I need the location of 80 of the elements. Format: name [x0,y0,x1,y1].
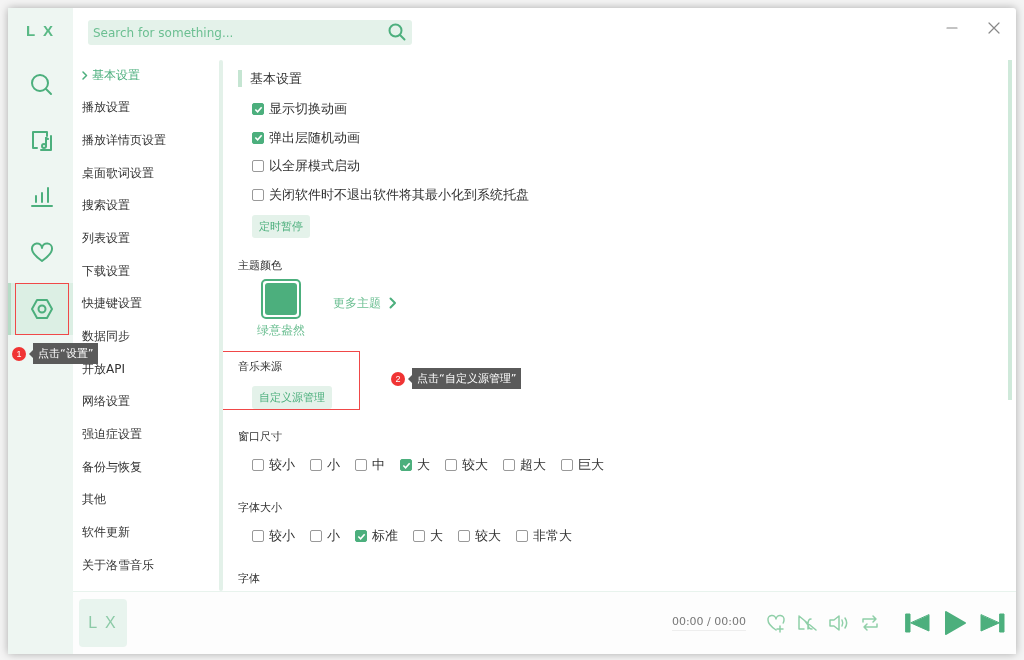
option-label: 大 [430,527,443,545]
playback-time: 00:00 / 00:00 [671,615,746,631]
section-title: 字体大小 [238,500,283,516]
checkbox[interactable] [252,188,264,201]
app-logo: L X [25,22,56,39]
settings-nav-item[interactable]: 列表设置 [82,230,130,247]
checkbox[interactable] [413,530,425,542]
checkbox[interactable] [252,530,264,542]
checkbox-label: 关闭软件时不退出软件将其最小化到系统托盘 [269,185,529,204]
checkbox[interactable] [355,530,367,542]
option-label: 标准 [372,527,398,545]
section-heading: 基本设置 [238,70,529,87]
music-note-icon [30,129,54,153]
option-label: 较大 [475,527,501,545]
settings-nav-item[interactable]: 搜索设置 [82,197,130,214]
option-label: 较小 [269,527,295,545]
nav-button[interactable] [8,283,73,335]
settings-nav-item[interactable]: 备份与恢复 [82,459,142,476]
theme-swatch[interactable] [261,279,301,319]
chevron-right-icon [389,297,397,309]
step-number-badge: 2 [391,371,405,386]
settings-nav-item[interactable]: 网络设置 [82,393,130,410]
settings-nav-item[interactable]: 关于洛雪音乐 [82,557,154,574]
play-icon[interactable] [942,609,968,637]
section-title: 字体 [238,571,260,587]
checkbox[interactable] [310,459,322,471]
checkbox[interactable] [310,530,322,542]
settings-nav-item[interactable]: 强迫症设置 [82,426,142,443]
option-label: 非常大 [533,527,572,545]
settings-nav-item[interactable]: 软件更新 [82,524,130,541]
search-icon [30,73,54,97]
checkbox[interactable] [516,530,528,542]
chevron-right-icon [82,70,88,80]
section-title: 主题颜色 [238,258,283,274]
checkbox[interactable] [252,160,264,173]
heart-icon [30,241,54,265]
checkbox-label: 弹出层随机动画 [269,128,360,147]
checkbox[interactable] [503,459,515,471]
repeat-icon[interactable] [860,613,880,633]
option-label: 小 [327,456,340,474]
search-field[interactable]: Search for something... [88,20,412,45]
checkbox[interactable] [252,103,264,116]
close-icon[interactable] [988,22,1000,34]
checkbox[interactable] [252,459,264,471]
section-title: 窗口尺寸 [238,429,283,445]
option-label: 中 [372,456,385,474]
bar-chart-icon [30,185,54,209]
section-title: 音乐来源 [238,359,283,375]
option-label: 较小 [269,456,295,474]
checkbox-label: 以全屏模式启动 [269,157,360,176]
option-label: 小 [327,527,340,545]
option-label: 超大 [520,456,546,474]
checkbox[interactable] [252,131,264,144]
settings-nav-item[interactable]: 下载设置 [82,263,130,280]
search-icon[interactable] [388,23,406,41]
checkbox-label: 显示切换动画 [269,100,347,119]
settings-nav-item[interactable]: 其他 [82,491,106,508]
checkbox[interactable] [561,459,573,471]
checkbox[interactable] [458,530,470,542]
checkbox[interactable] [400,459,412,471]
settings-nav-item[interactable]: 数据同步 [82,328,130,345]
settings-nav-item[interactable]: 开放API [82,361,125,378]
checkbox[interactable] [355,459,367,471]
heart-plus-icon[interactable] [766,613,786,633]
checkbox[interactable] [445,459,457,471]
option-label: 较大 [462,456,488,474]
lyrics-off-icon[interactable] [796,613,818,633]
album-cover: L X [79,599,127,647]
option-label: 大 [417,456,430,474]
settings-icon [30,297,54,321]
theme-name: 绿意盎然 [257,322,305,339]
next-icon[interactable] [978,612,1006,634]
option-label: 巨大 [578,456,604,474]
settings-nav-item[interactable]: 播放详情页设置 [82,132,166,149]
settings-nav-item[interactable]: 桌面歌词设置 [82,165,154,182]
settings-nav-item[interactable]: 快捷键设置 [82,295,142,312]
settings-nav-item[interactable]: 播放设置 [82,99,130,116]
step-number-badge: 1 [12,346,26,361]
volume-icon[interactable] [828,613,850,633]
previous-icon[interactable] [904,612,932,634]
